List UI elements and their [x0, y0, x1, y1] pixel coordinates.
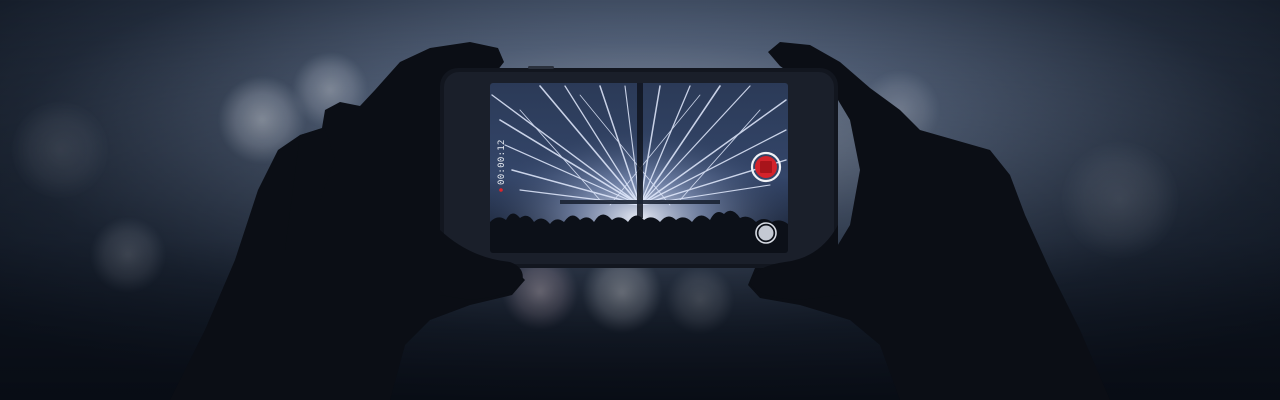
stage-rig: [560, 200, 720, 204]
phone-screen: [490, 83, 788, 253]
concert-photo-scene: 00:00:12: [0, 0, 1280, 400]
shutter-icon: [758, 225, 774, 241]
shutter-button[interactable]: [755, 222, 777, 244]
recording-dot-icon: [499, 188, 503, 192]
recording-timer: 00:00:12: [497, 139, 507, 192]
photo-canvas: 00:00:12: [0, 0, 1280, 400]
stop-record-icon: [760, 161, 772, 173]
elapsed-time: 00:00:12: [497, 139, 507, 185]
phone-button: [528, 66, 554, 69]
stage-truss: [637, 83, 643, 218]
smartphone: 00:00:12: [440, 66, 838, 268]
stop-record-button[interactable]: [750, 151, 782, 183]
